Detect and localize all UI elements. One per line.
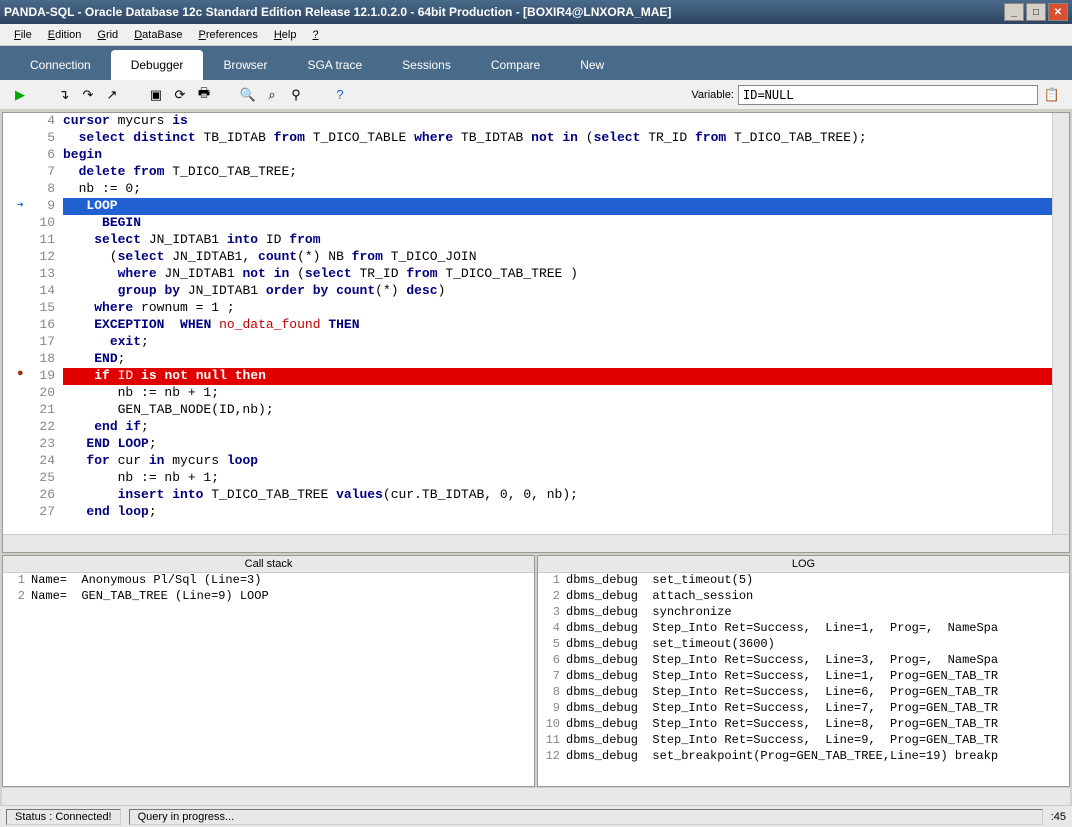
- callstack-header: Call stack: [3, 556, 534, 573]
- print-icon[interactable]: 🖶: [194, 85, 214, 105]
- menubar: FileEditionGridDataBasePreferencesHelp?: [0, 24, 1072, 46]
- tab-new[interactable]: New: [560, 50, 624, 80]
- log-row[interactable]: 5dbms_debug set_timeout(3600): [538, 637, 1069, 653]
- status-connection: Status : Connected!: [6, 809, 121, 825]
- log-row[interactable]: 7dbms_debug Step_Into Ret=Success, Line=…: [538, 669, 1069, 685]
- status-query: Query in progress...: [129, 809, 1043, 825]
- tab-bar: ConnectionDebuggerBrowserSGA traceSessio…: [0, 46, 1072, 80]
- callstack-row[interactable]: 1Name= Anonymous Pl/Sql (Line=3): [3, 573, 534, 589]
- window-title: PANDA-SQL - Oracle Database 12c Standard…: [4, 5, 1004, 19]
- bottom-scrollbar[interactable]: [2, 787, 1070, 805]
- run-icon[interactable]: ▶: [10, 85, 30, 105]
- code-line[interactable]: 13 where JN_IDTAB1 not in (select TR_ID …: [3, 266, 1052, 283]
- menu-edition[interactable]: Edition: [40, 27, 90, 43]
- code-line[interactable]: 4cursor mycurs is: [3, 113, 1052, 130]
- code-line[interactable]: 22 end if;: [3, 419, 1052, 436]
- log-row[interactable]: 3dbms_debug synchronize: [538, 605, 1069, 621]
- stop-icon[interactable]: ▣: [146, 85, 166, 105]
- code-line[interactable]: 16 EXCEPTION WHEN no_data_found THEN: [3, 317, 1052, 334]
- maximize-button[interactable]: □: [1026, 3, 1046, 21]
- titlebar: PANDA-SQL - Oracle Database 12c Standard…: [0, 0, 1072, 24]
- code-line[interactable]: 12 (select JN_IDTAB1, count(*) NB from T…: [3, 249, 1052, 266]
- toolbar: ▶ ↴ ↷ ↗ ▣ ⟳ 🖶 🔍 ⌕ ⚲ ? Variable: 📋: [0, 80, 1072, 110]
- code-line[interactable]: 11 select JN_IDTAB1 into ID from: [3, 232, 1052, 249]
- code-line[interactable]: 10 BEGIN: [3, 215, 1052, 232]
- minimize-button[interactable]: _: [1004, 3, 1024, 21]
- tab-sga-trace[interactable]: SGA trace: [287, 50, 382, 80]
- menu-help[interactable]: Help: [266, 27, 305, 43]
- menu-file[interactable]: File: [6, 27, 40, 43]
- code-line[interactable]: 18 END;: [3, 351, 1052, 368]
- tab-debugger[interactable]: Debugger: [111, 50, 204, 80]
- vertical-scrollbar[interactable]: [1052, 113, 1069, 534]
- code-line[interactable]: 19● if ID is not null then: [3, 368, 1052, 385]
- variable-label: Variable:: [691, 89, 734, 101]
- variable-apply-icon[interactable]: 📋: [1042, 85, 1062, 105]
- status-time: :45: [1051, 811, 1066, 823]
- tab-sessions[interactable]: Sessions: [382, 50, 471, 80]
- bookmark-icon[interactable]: ⚲: [286, 85, 306, 105]
- menu-database[interactable]: DataBase: [126, 27, 190, 43]
- callstack-row[interactable]: 2Name= GEN_TAB_TREE (Line=9) LOOP: [3, 589, 534, 605]
- code-line[interactable]: 23 END LOOP;: [3, 436, 1052, 453]
- menu-grid[interactable]: Grid: [89, 27, 126, 43]
- close-button[interactable]: ✕: [1048, 3, 1068, 21]
- log-pane: LOG 1dbms_debug set_timeout(5)2dbms_debu…: [537, 555, 1070, 787]
- log-row[interactable]: 8dbms_debug Step_Into Ret=Success, Line=…: [538, 685, 1069, 701]
- code-line[interactable]: 14 group by JN_IDTAB1 order by count(*) …: [3, 283, 1052, 300]
- log-row[interactable]: 12dbms_debug set_breakpoint(Prog=GEN_TAB…: [538, 749, 1069, 765]
- tab-compare[interactable]: Compare: [471, 50, 560, 80]
- code-line[interactable]: 15 where rownum = 1 ;: [3, 300, 1052, 317]
- log-header: LOG: [538, 556, 1069, 573]
- code-line[interactable]: 25 nb := nb + 1;: [3, 470, 1052, 487]
- variable-input[interactable]: [738, 85, 1038, 105]
- code-line[interactable]: 7 delete from T_DICO_TAB_TREE;: [3, 164, 1052, 181]
- statusbar: Status : Connected! Query in progress...…: [0, 805, 1072, 827]
- log-row[interactable]: 2dbms_debug attach_session: [538, 589, 1069, 605]
- find-next-icon[interactable]: ⌕: [262, 85, 282, 105]
- menu-preferences[interactable]: Preferences: [191, 27, 266, 43]
- log-row[interactable]: 9dbms_debug Step_Into Ret=Success, Line=…: [538, 701, 1069, 717]
- callstack-pane: Call stack 1Name= Anonymous Pl/Sql (Line…: [2, 555, 535, 787]
- tab-connection[interactable]: Connection: [10, 50, 111, 80]
- code-line[interactable]: 26 insert into T_DICO_TAB_TREE values(cu…: [3, 487, 1052, 504]
- help-icon[interactable]: ?: [330, 85, 350, 105]
- code-line[interactable]: 27 end loop;: [3, 504, 1052, 521]
- step-into-icon[interactable]: ↴: [54, 85, 74, 105]
- code-line[interactable]: 6begin: [3, 147, 1052, 164]
- log-row[interactable]: 1dbms_debug set_timeout(5): [538, 573, 1069, 589]
- horizontal-scrollbar[interactable]: [3, 534, 1069, 552]
- step-out-icon[interactable]: ↗: [102, 85, 122, 105]
- code-line[interactable]: 21 GEN_TAB_NODE(ID,nb);: [3, 402, 1052, 419]
- breakpoint-icon[interactable]: ●: [17, 368, 24, 380]
- code-line[interactable]: 24 for cur in mycurs loop: [3, 453, 1052, 470]
- menu-?[interactable]: ?: [304, 27, 326, 43]
- log-row[interactable]: 11dbms_debug Step_Into Ret=Success, Line…: [538, 733, 1069, 749]
- find-icon[interactable]: 🔍: [238, 85, 258, 105]
- log-row[interactable]: 4dbms_debug Step_Into Ret=Success, Line=…: [538, 621, 1069, 637]
- log-row[interactable]: 6dbms_debug Step_Into Ret=Success, Line=…: [538, 653, 1069, 669]
- code-line[interactable]: 20 nb := nb + 1;: [3, 385, 1052, 402]
- step-over-icon[interactable]: ↷: [78, 85, 98, 105]
- current-line-icon: ➔: [17, 198, 24, 212]
- tab-browser[interactable]: Browser: [203, 50, 287, 80]
- log-row[interactable]: 10dbms_debug Step_Into Ret=Success, Line…: [538, 717, 1069, 733]
- code-line[interactable]: 5 select distinct TB_IDTAB from T_DICO_T…: [3, 130, 1052, 147]
- refresh-icon[interactable]: ⟳: [170, 85, 190, 105]
- code-line[interactable]: 8 nb := 0;: [3, 181, 1052, 198]
- code-line[interactable]: 9➔ LOOP: [3, 198, 1052, 215]
- code-editor: 4cursor mycurs is5 select distinct TB_ID…: [2, 112, 1070, 553]
- code-line[interactable]: 17 exit;: [3, 334, 1052, 351]
